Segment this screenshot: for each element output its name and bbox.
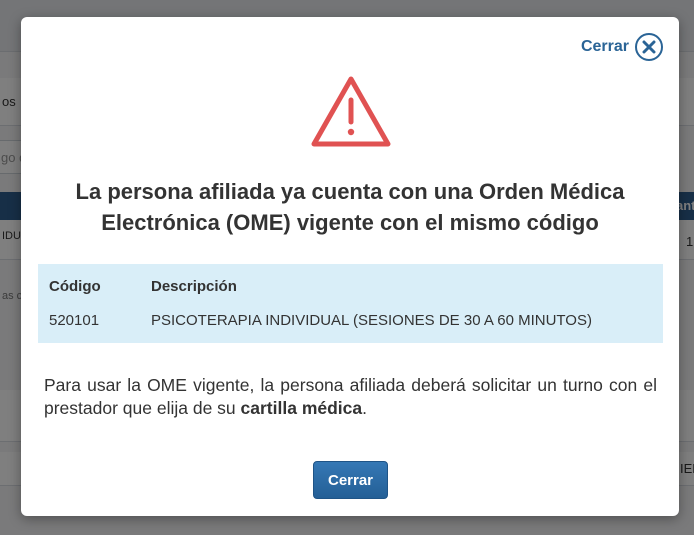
column-header-description: Descripción	[151, 278, 237, 295]
message-text-end: .	[362, 398, 368, 418]
cell-description: PSICOTERAPIA INDIVIDUAL (SESIONES DE 30 …	[151, 312, 592, 329]
close-link[interactable]: Cerrar	[581, 33, 663, 61]
modal-title-line: La persona afiliada ya cuenta con una Or…	[75, 179, 625, 204]
close-circle-icon[interactable]	[635, 33, 663, 61]
warning-triangle-icon	[311, 76, 391, 147]
modal-message: Para usar la OME vigente, la persona afi…	[44, 374, 657, 420]
ome-warning-modal: Cerrar La persona afiliada ya cuenta con…	[21, 17, 679, 516]
modal-title-line: Electrónica (OME) vigente con el mismo c…	[101, 210, 599, 235]
close-button[interactable]: Cerrar	[313, 461, 388, 499]
ome-table: Código Descripción 520101 PSICOTERAPIA I…	[38, 264, 663, 343]
cell-code: 520101	[49, 312, 100, 329]
column-header-code: Código	[49, 278, 101, 295]
modal-title: La persona afiliada ya cuenta con una Or…	[41, 176, 659, 238]
message-bold-text: cartilla médica	[240, 398, 363, 418]
close-link-label: Cerrar	[580, 38, 629, 55]
